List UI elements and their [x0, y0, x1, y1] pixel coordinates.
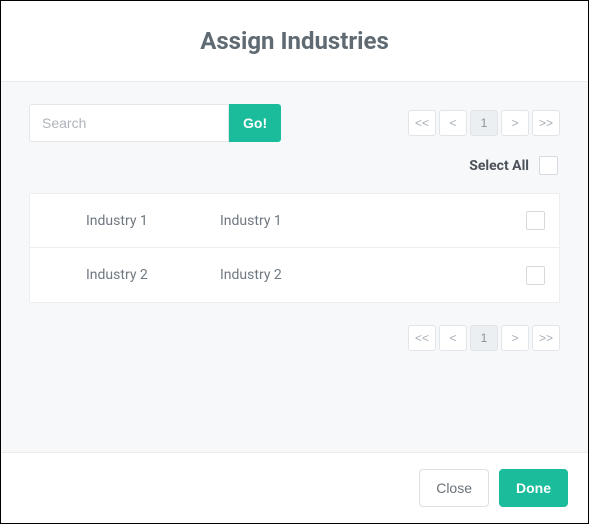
modal-footer: Close Done — [1, 452, 588, 523]
pager-page-button[interactable]: 1 — [470, 110, 498, 136]
select-all-row: Select All — [29, 156, 560, 175]
pager-bottom: << < 1 > >> — [408, 325, 560, 351]
row-checkbox-cell — [517, 211, 545, 230]
row-checkbox[interactable] — [526, 211, 545, 230]
row-checkbox[interactable] — [526, 266, 545, 285]
select-all-checkbox[interactable] — [539, 156, 558, 175]
industries-table: Industry 1 Industry 1 Industry 2 Industr… — [29, 193, 560, 303]
table-row: Industry 1 Industry 1 — [30, 194, 559, 248]
row-col2: Industry 1 — [220, 213, 517, 229]
pager-first-button[interactable]: << — [408, 110, 436, 136]
search-group: Go! — [29, 104, 281, 142]
assign-industries-modal: Assign Industries Go! << < 1 > >> Select… — [0, 0, 589, 524]
pager-top: << < 1 > >> — [408, 110, 560, 136]
pager-first-button[interactable]: << — [408, 325, 436, 351]
modal-body: Go! << < 1 > >> Select All Industry 1 In… — [1, 81, 588, 452]
modal-header: Assign Industries — [1, 1, 588, 81]
top-controls: Go! << < 1 > >> — [29, 104, 560, 142]
close-button[interactable]: Close — [419, 469, 489, 507]
pager-last-button[interactable]: >> — [532, 110, 560, 136]
pager-prev-button[interactable]: < — [439, 110, 467, 136]
select-all-label: Select All — [469, 158, 529, 174]
table-row: Industry 2 Industry 2 — [30, 248, 559, 302]
row-col1: Industry 2 — [30, 267, 220, 283]
pager-bottom-row: << < 1 > >> — [29, 325, 560, 351]
pager-prev-button[interactable]: < — [439, 325, 467, 351]
modal-title: Assign Industries — [1, 27, 588, 55]
pager-page-button[interactable]: 1 — [470, 325, 498, 351]
row-col2: Industry 2 — [220, 267, 517, 283]
search-input[interactable] — [29, 104, 229, 142]
done-button[interactable]: Done — [499, 469, 568, 507]
pager-next-button[interactable]: > — [501, 325, 529, 351]
row-checkbox-cell — [517, 266, 545, 285]
pager-next-button[interactable]: > — [501, 110, 529, 136]
pager-last-button[interactable]: >> — [532, 325, 560, 351]
row-col1: Industry 1 — [30, 213, 220, 229]
search-go-button[interactable]: Go! — [229, 104, 281, 142]
